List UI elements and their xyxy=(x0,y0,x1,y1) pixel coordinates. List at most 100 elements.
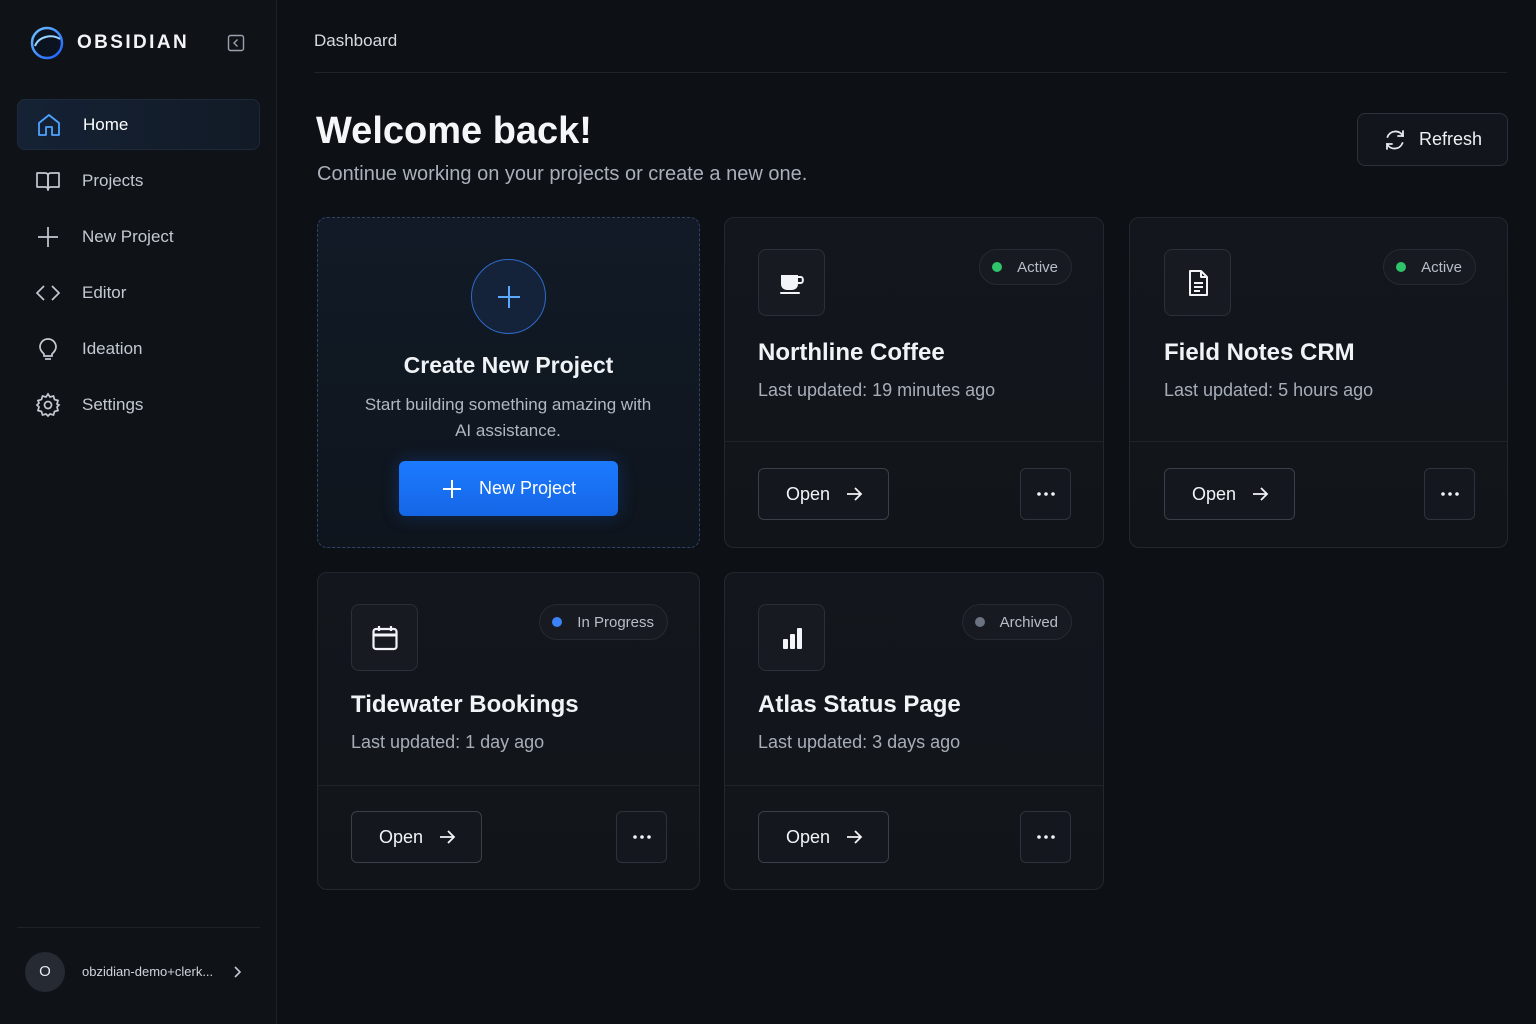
open-label: Open xyxy=(786,483,831,504)
status-dot xyxy=(1396,262,1407,272)
project-last-updated: Last updated: 3 days ago xyxy=(758,732,961,752)
status-label: Archived xyxy=(999,613,1058,631)
arrow-right-icon xyxy=(440,830,456,844)
brand[interactable]: OBSIDIAN xyxy=(30,26,189,60)
status-dot xyxy=(974,617,985,627)
book-icon xyxy=(36,171,60,191)
sidebar-divider xyxy=(17,927,260,928)
more-options-button[interactable] xyxy=(616,811,667,863)
user-name: obzidian-demo+clerk... xyxy=(82,964,214,979)
project-title: Field Notes CRM xyxy=(1164,339,1355,366)
more-horizontal-icon xyxy=(1440,492,1459,496)
home-icon xyxy=(38,113,60,136)
document-icon xyxy=(1188,269,1208,296)
project-title: Northline Coffee xyxy=(758,339,945,366)
project-card-tidewater-bookings: In Progress Tidewater Bookings Last upda… xyxy=(317,572,700,890)
project-last-updated: Last updated: 5 hours ago xyxy=(1164,380,1374,400)
project-card-atlas-status-page: Archived Atlas Status Page Last updated:… xyxy=(724,572,1104,890)
project-title: Tidewater Bookings xyxy=(351,691,579,718)
create-project-card: Create New Project Start building someth… xyxy=(317,217,700,548)
card-divider xyxy=(318,785,699,786)
more-horizontal-icon xyxy=(1036,835,1055,839)
status-badge: In Progress xyxy=(539,604,668,640)
calendar-icon xyxy=(371,625,398,650)
refresh-button[interactable]: Refresh xyxy=(1357,113,1508,166)
status-label: Active xyxy=(1017,258,1058,276)
obsidian-logo-icon xyxy=(30,26,64,60)
create-plus-button[interactable] xyxy=(471,259,546,334)
sidebar-item-home[interactable]: Home xyxy=(17,99,260,150)
plus-icon xyxy=(38,226,58,247)
open-project-button[interactable]: Open xyxy=(758,811,889,863)
create-card-title: Create New Project xyxy=(403,352,614,378)
sidebar-item-label: New Project xyxy=(82,226,174,246)
refresh-label: Refresh xyxy=(1419,129,1483,149)
sidebar-item-label: Editor xyxy=(82,282,127,302)
header-divider xyxy=(314,72,1507,73)
page-title: Welcome back! xyxy=(316,110,592,152)
sidebar-item-label: Ideation xyxy=(82,338,143,358)
plus-icon xyxy=(497,285,520,308)
more-options-button[interactable] xyxy=(1424,468,1475,520)
project-icon xyxy=(351,604,418,671)
sidebar-item-label: Settings xyxy=(82,394,144,414)
sidebar-item-settings[interactable]: Settings xyxy=(17,379,260,430)
project-icon xyxy=(758,249,825,316)
new-project-label: New Project xyxy=(478,478,577,498)
new-project-button[interactable]: New Project xyxy=(399,461,618,516)
card-divider xyxy=(725,441,1103,442)
project-icon xyxy=(1164,249,1231,316)
sidebar: OBSIDIAN Home Projects New Project Edito… xyxy=(0,0,277,1024)
breadcrumb: Dashboard xyxy=(314,31,398,50)
open-project-button[interactable]: Open xyxy=(758,468,889,520)
sidebar-item-editor[interactable]: Editor xyxy=(17,267,260,318)
status-label: Active xyxy=(1421,258,1462,276)
status-dot xyxy=(992,262,1003,272)
bar-chart-icon xyxy=(782,627,802,649)
status-badge: Active xyxy=(979,249,1072,285)
more-options-button[interactable] xyxy=(1020,811,1071,863)
open-label: Open xyxy=(379,826,424,847)
page-subtitle: Continue working on your projects or cre… xyxy=(317,163,808,185)
gear-icon xyxy=(35,391,61,417)
sidebar-item-ideation[interactable]: Ideation xyxy=(17,323,260,374)
lightbulb-icon xyxy=(39,337,57,360)
arrow-right-icon xyxy=(847,487,863,501)
more-horizontal-icon xyxy=(1036,492,1055,496)
open-project-button[interactable]: Open xyxy=(351,811,482,863)
open-project-button[interactable]: Open xyxy=(1164,468,1295,520)
open-label: Open xyxy=(786,826,831,847)
project-last-updated: Last updated: 19 minutes ago xyxy=(758,380,996,400)
user-menu[interactable]: O obzidian-demo+clerk... xyxy=(25,951,260,992)
create-card-description: Start building something amazing with AI… xyxy=(364,395,652,440)
sidebar-item-label: Home xyxy=(83,114,129,134)
card-divider xyxy=(725,785,1103,786)
project-icon xyxy=(758,604,825,671)
sidebar-item-projects[interactable]: Projects xyxy=(17,155,260,206)
arrow-right-icon xyxy=(1253,487,1269,501)
status-label: In Progress xyxy=(577,613,654,631)
project-card-field-notes-crm: Active Field Notes CRM Last updated: 5 h… xyxy=(1129,217,1508,548)
sidebar-item-label: Projects xyxy=(82,170,144,190)
project-card-northline-coffee: Active Northline Coffee Last updated: 19… xyxy=(724,217,1104,548)
brand-name: OBSIDIAN xyxy=(77,32,190,53)
more-options-button[interactable] xyxy=(1020,468,1071,520)
more-horizontal-icon xyxy=(632,835,651,839)
coffee-cup-icon xyxy=(779,274,804,294)
arrow-right-icon xyxy=(847,830,863,844)
plus-icon xyxy=(442,479,461,498)
sidebar-item-new-project[interactable]: New Project xyxy=(17,211,260,262)
open-label: Open xyxy=(1192,483,1237,504)
status-dot xyxy=(552,617,563,627)
status-badge: Active xyxy=(1383,249,1476,285)
project-last-updated: Last updated: 1 day ago xyxy=(351,732,545,752)
avatar: O xyxy=(25,951,65,992)
collapse-sidebar-icon[interactable] xyxy=(227,34,245,52)
status-badge: Archived xyxy=(961,604,1072,640)
chevron-right-icon xyxy=(234,965,242,978)
refresh-icon xyxy=(1386,129,1404,150)
project-title: Atlas Status Page xyxy=(758,691,961,718)
code-icon xyxy=(35,284,61,301)
card-divider xyxy=(1130,441,1507,442)
sidebar-nav: Home Projects New Project Editor Ideatio… xyxy=(17,99,260,435)
